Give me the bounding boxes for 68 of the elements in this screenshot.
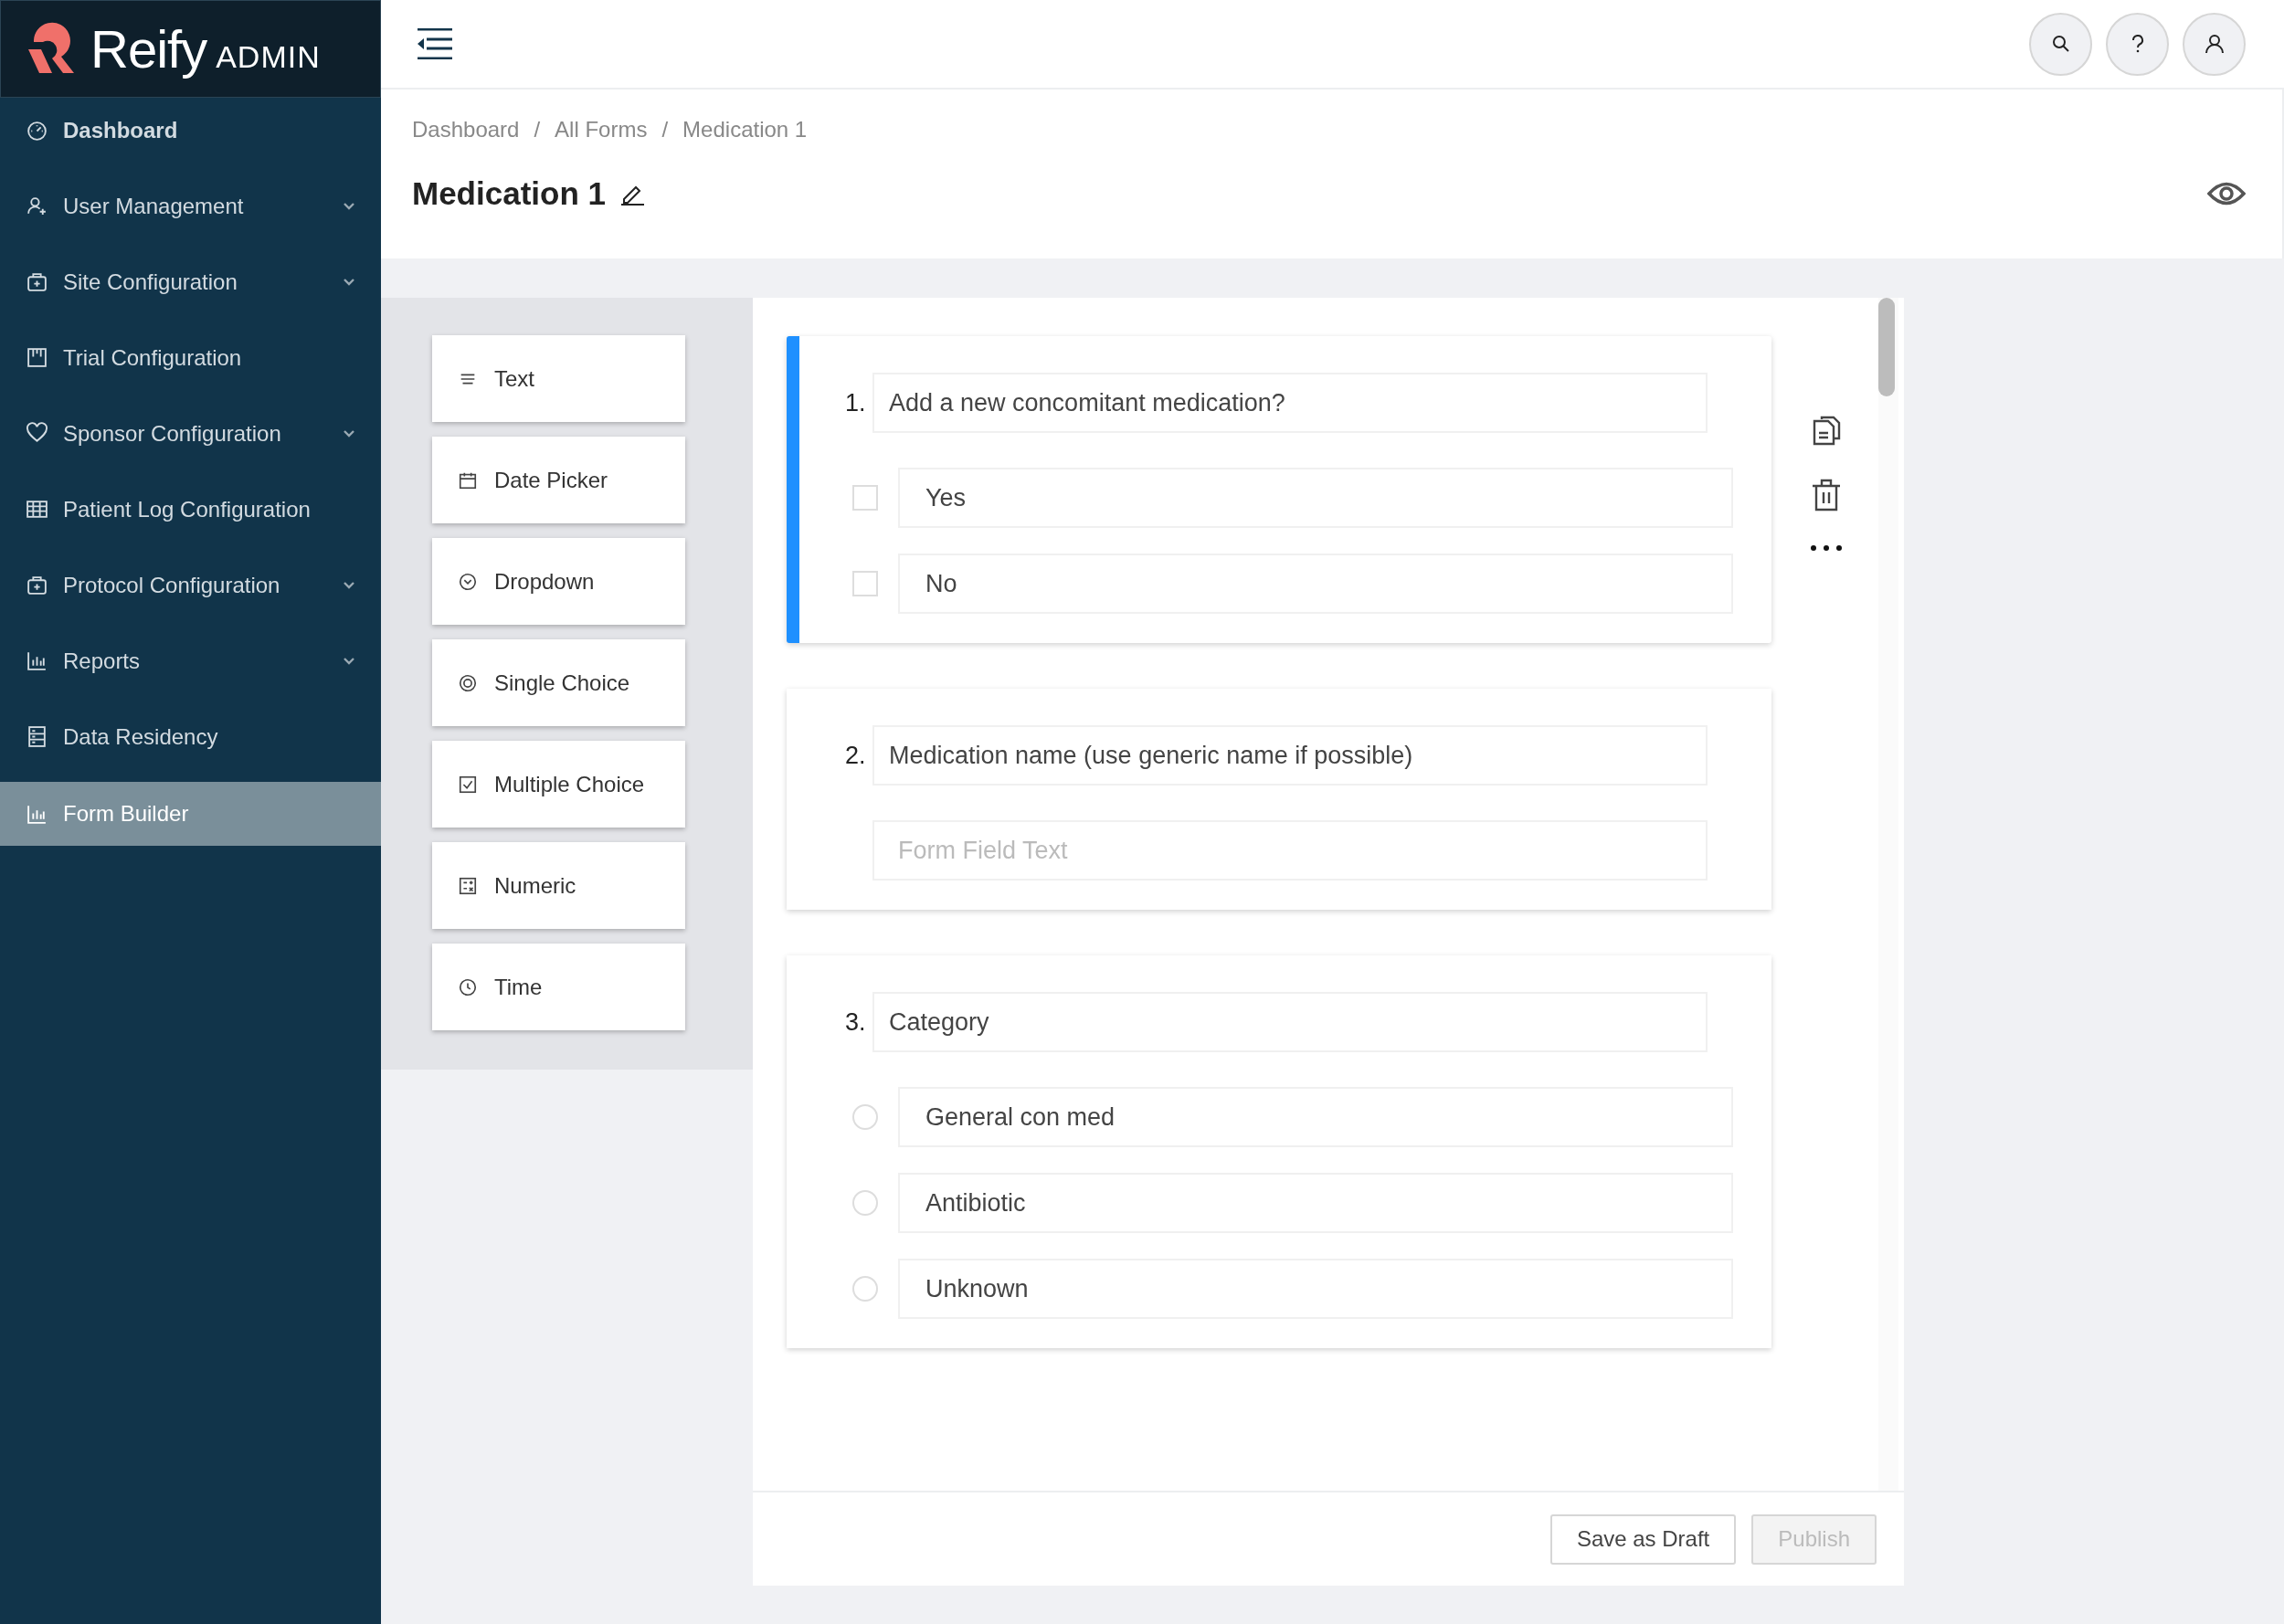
chevron-down-icon[interactable] — [343, 580, 355, 590]
save-draft-button[interactable]: Save as Draft — [1549, 1513, 1737, 1565]
sidebar-item[interactable]: Data Residency — [0, 699, 381, 775]
chevron-circle-icon — [458, 571, 478, 592]
field-type-button[interactable]: Date Picker — [432, 437, 685, 523]
gauge-icon — [26, 119, 48, 142]
question-number: 2. — [845, 741, 867, 770]
radio-icon — [458, 672, 478, 693]
collapse-menu-icon[interactable] — [418, 28, 452, 59]
clock-icon — [458, 976, 478, 997]
breadcrumb-link[interactable]: Medication 1 — [682, 117, 808, 142]
chevron-down-icon[interactable] — [343, 656, 355, 666]
more-icon[interactable] — [1809, 544, 1843, 552]
brand-suffix: ADMIN — [216, 39, 321, 75]
sidebar-item[interactable]: Trial Configuration — [0, 320, 381, 395]
breadcrumb-separator: / — [661, 117, 669, 142]
scrollbar-thumb[interactable] — [1878, 298, 1896, 396]
breadcrumb-separator: / — [534, 117, 541, 142]
breadcrumb-link[interactable]: All Forms — [555, 117, 648, 142]
sidebar-item[interactable]: Patient Log Configuration — [0, 471, 381, 547]
chevron-down-icon[interactable] — [343, 201, 355, 211]
option-field[interactable]: Yes — [898, 468, 1733, 528]
sidebar-item[interactable]: Protocol Configuration — [0, 547, 381, 623]
board-icon — [26, 346, 48, 369]
field-type-button[interactable]: Single Choice — [432, 639, 685, 726]
chevron-down-icon[interactable] — [343, 428, 355, 438]
brand-name: Reify — [90, 18, 207, 79]
user-icon — [2203, 33, 2226, 55]
option-field[interactable]: General con med — [898, 1087, 1733, 1147]
field-type-button[interactable]: Text — [432, 335, 685, 422]
table-icon — [26, 498, 48, 521]
radio-button[interactable] — [852, 1276, 878, 1302]
chevron-down-icon[interactable] — [343, 277, 355, 287]
breadcrumb-link[interactable]: Dashboard — [412, 117, 520, 142]
field-type-button[interactable]: Multiple Choice — [432, 741, 685, 828]
question-card[interactable]: 1. Add a new concomitant medication? Yes No — [787, 336, 1771, 643]
question-field[interactable]: Add a new concomitant medication? — [872, 373, 1708, 433]
checkbox-icon — [458, 774, 478, 795]
option-field[interactable]: Unknown — [898, 1259, 1733, 1319]
radio-button[interactable] — [852, 1190, 878, 1216]
question-number: 1. — [845, 388, 867, 417]
checkbox[interactable] — [852, 571, 878, 596]
field-type-button[interactable]: Dropdown — [432, 538, 685, 625]
checkbox[interactable] — [852, 485, 878, 511]
server-icon — [26, 725, 48, 748]
sidebar-item[interactable]: Dashboard — [0, 98, 381, 163]
sidebar-item[interactable]: Site Configuration — [0, 244, 381, 320]
bar-chart-icon — [26, 649, 48, 672]
question-number: 3. — [845, 1007, 867, 1037]
eye-icon[interactable] — [2207, 180, 2246, 207]
field-type-button[interactable]: Numeric — [432, 842, 685, 929]
medical-case-icon — [26, 270, 48, 293]
radio-button[interactable] — [852, 1104, 878, 1130]
page-title: Medication 1 — [412, 175, 606, 212]
field-type-button[interactable]: Time — [432, 944, 685, 1030]
sidebar-item[interactable]: Sponsor Configuration — [0, 395, 381, 471]
medical-case-icon — [26, 574, 48, 596]
sidebar-item[interactable]: Reports — [0, 623, 381, 699]
copy-icon[interactable] — [1811, 415, 1841, 446]
calculator-icon — [458, 875, 478, 896]
question-field[interactable]: Medication name (use generic name if possible) — [872, 725, 1708, 786]
heart-icon — [26, 422, 48, 445]
option-field[interactable]: No — [898, 554, 1733, 614]
sidebar-item[interactable]: User Management — [0, 168, 381, 244]
question-field[interactable]: Category — [872, 992, 1708, 1052]
users-icon — [26, 195, 48, 217]
option-field[interactable]: Antibiotic — [898, 1173, 1733, 1233]
trash-icon[interactable] — [1811, 479, 1841, 511]
